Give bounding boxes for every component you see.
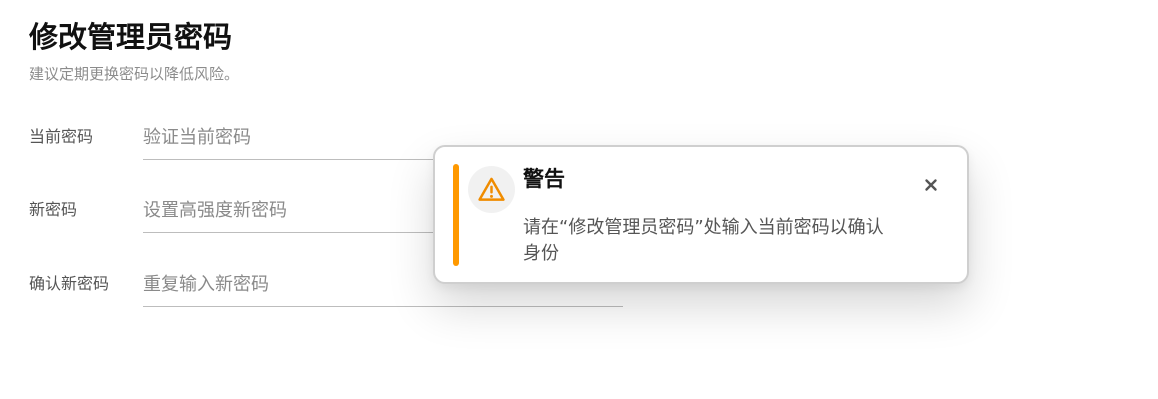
toast-accent-bar: [453, 164, 459, 266]
page-subtitle: 建议定期更换密码以降低风险。: [29, 65, 240, 83]
page-title: 修改管理员密码: [29, 20, 233, 54]
toast-title: 警告: [523, 167, 565, 191]
toast-message: 请在“修改管理员密码”处输入当前密码以确认身份: [523, 217, 884, 264]
change-admin-password-page: 修改管理员密码 建议定期更换密码以降低风险。 当前密码 新密码 确认新密码 警告…: [0, 0, 1158, 399]
close-icon[interactable]: [919, 173, 943, 197]
current-password-label: 当前密码: [29, 127, 94, 146]
confirm-password-label: 确认新密码: [29, 274, 110, 293]
warning-icon: [468, 166, 515, 213]
warning-toast: 警告 请在“修改管理员密码”处输入当前密码以确认身份: [433, 145, 969, 284]
new-password-label: 新密码: [29, 200, 78, 219]
